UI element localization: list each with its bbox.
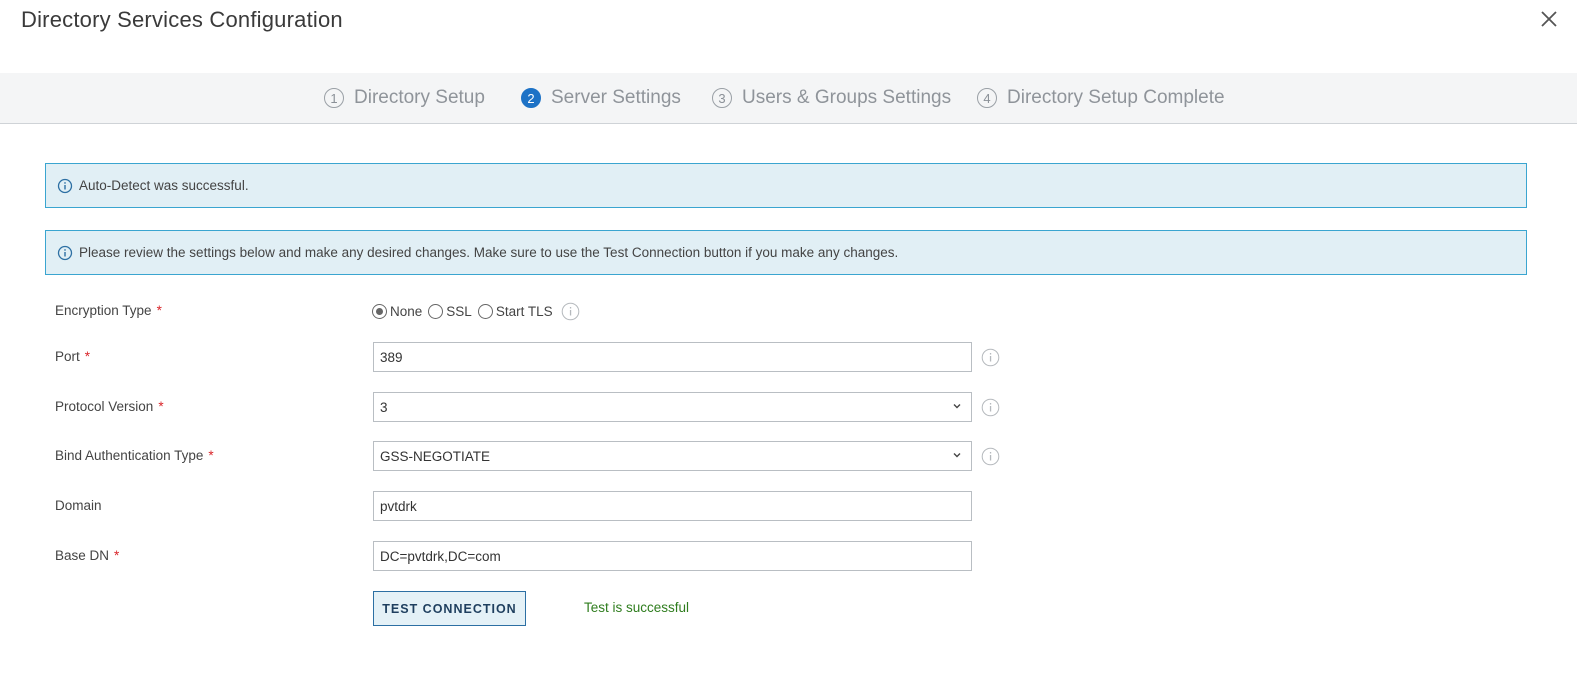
port-input[interactable]: 389 <box>373 342 972 372</box>
domain-input[interactable]: pvtdrk <box>373 491 972 521</box>
radio-ssl[interactable] <box>428 303 444 319</box>
radio-start-tls[interactable] <box>477 303 493 319</box>
bind-auth-info-icon[interactable] <box>981 447 1000 466</box>
step-directory-setup-complete[interactable]: 4 Directory Setup Complete <box>977 73 1225 123</box>
chevron-down-icon <box>953 404 961 409</box>
port-label: Port * <box>55 349 91 364</box>
step-number: 1 <box>324 88 344 108</box>
protocol-version-label: Protocol Version * <box>55 399 164 414</box>
step-directory-setup[interactable]: 1 Directory Setup <box>324 73 485 123</box>
test-connection-button[interactable]: TEST CONNECTION <box>373 591 526 626</box>
encryption-info-icon[interactable] <box>561 302 580 321</box>
step-server-settings[interactable]: 2 Server Settings <box>521 73 681 123</box>
step-number: 4 <box>977 88 997 108</box>
autodetect-alert: Auto-Detect was successful. <box>45 163 1527 208</box>
base-dn-label: Base DN * <box>55 548 120 563</box>
protocol-version-select[interactable]: 3 <box>373 392 972 422</box>
base-dn-input[interactable]: DC=pvtdrk,DC=com <box>373 541 972 571</box>
encryption-option-none[interactable]: None <box>372 303 422 319</box>
domain-label: Domain <box>55 498 102 513</box>
encryption-option-start-tls[interactable]: Start TLS <box>477 303 553 319</box>
step-number: 2 <box>521 88 541 108</box>
step-label: Users & Groups Settings <box>742 87 952 108</box>
required-marker: * <box>158 399 164 414</box>
bind-auth-type-value: GSS-NEGOTIATE <box>380 448 491 464</box>
required-marker: * <box>114 548 120 563</box>
step-number: 3 <box>712 88 732 108</box>
required-marker: * <box>208 448 214 463</box>
test-status-text: Test is successful <box>584 600 690 615</box>
step-label: Directory Setup Complete <box>1007 87 1225 108</box>
encryption-type-label: Encryption Type * <box>55 303 162 318</box>
alert-text: Auto-Detect was successful. <box>79 178 249 193</box>
alert-text: Please review the settings below and mak… <box>79 245 899 260</box>
required-marker: * <box>156 303 162 318</box>
required-marker: * <box>84 349 91 364</box>
port-info-icon[interactable] <box>981 348 1000 367</box>
protocol-version-value: 3 <box>380 399 388 415</box>
step-users-groups-settings[interactable]: 3 Users & Groups Settings <box>712 73 951 123</box>
protocol-info-icon[interactable] <box>981 398 1000 417</box>
encryption-option-ssl[interactable]: SSL <box>428 303 472 319</box>
info-icon <box>57 245 73 261</box>
bind-auth-type-label: Bind Authentication Type * <box>55 448 214 463</box>
radio-none[interactable] <box>372 303 387 319</box>
step-label: Directory Setup <box>354 87 485 108</box>
chevron-down-icon <box>953 453 961 458</box>
dialog-title: Directory Services Configuration <box>21 7 343 32</box>
review-alert: Please review the settings below and mak… <box>45 230 1527 275</box>
step-label: Server Settings <box>551 87 681 108</box>
wizard-stepper: 1 Directory Setup 2 Server Settings 3 Us… <box>0 73 1577 124</box>
bind-auth-type-select[interactable]: GSS-NEGOTIATE <box>373 441 972 471</box>
close-icon[interactable] <box>1538 8 1560 30</box>
encryption-type-radio-group: None SSL Start TLS <box>372 301 559 321</box>
info-icon <box>57 178 73 194</box>
